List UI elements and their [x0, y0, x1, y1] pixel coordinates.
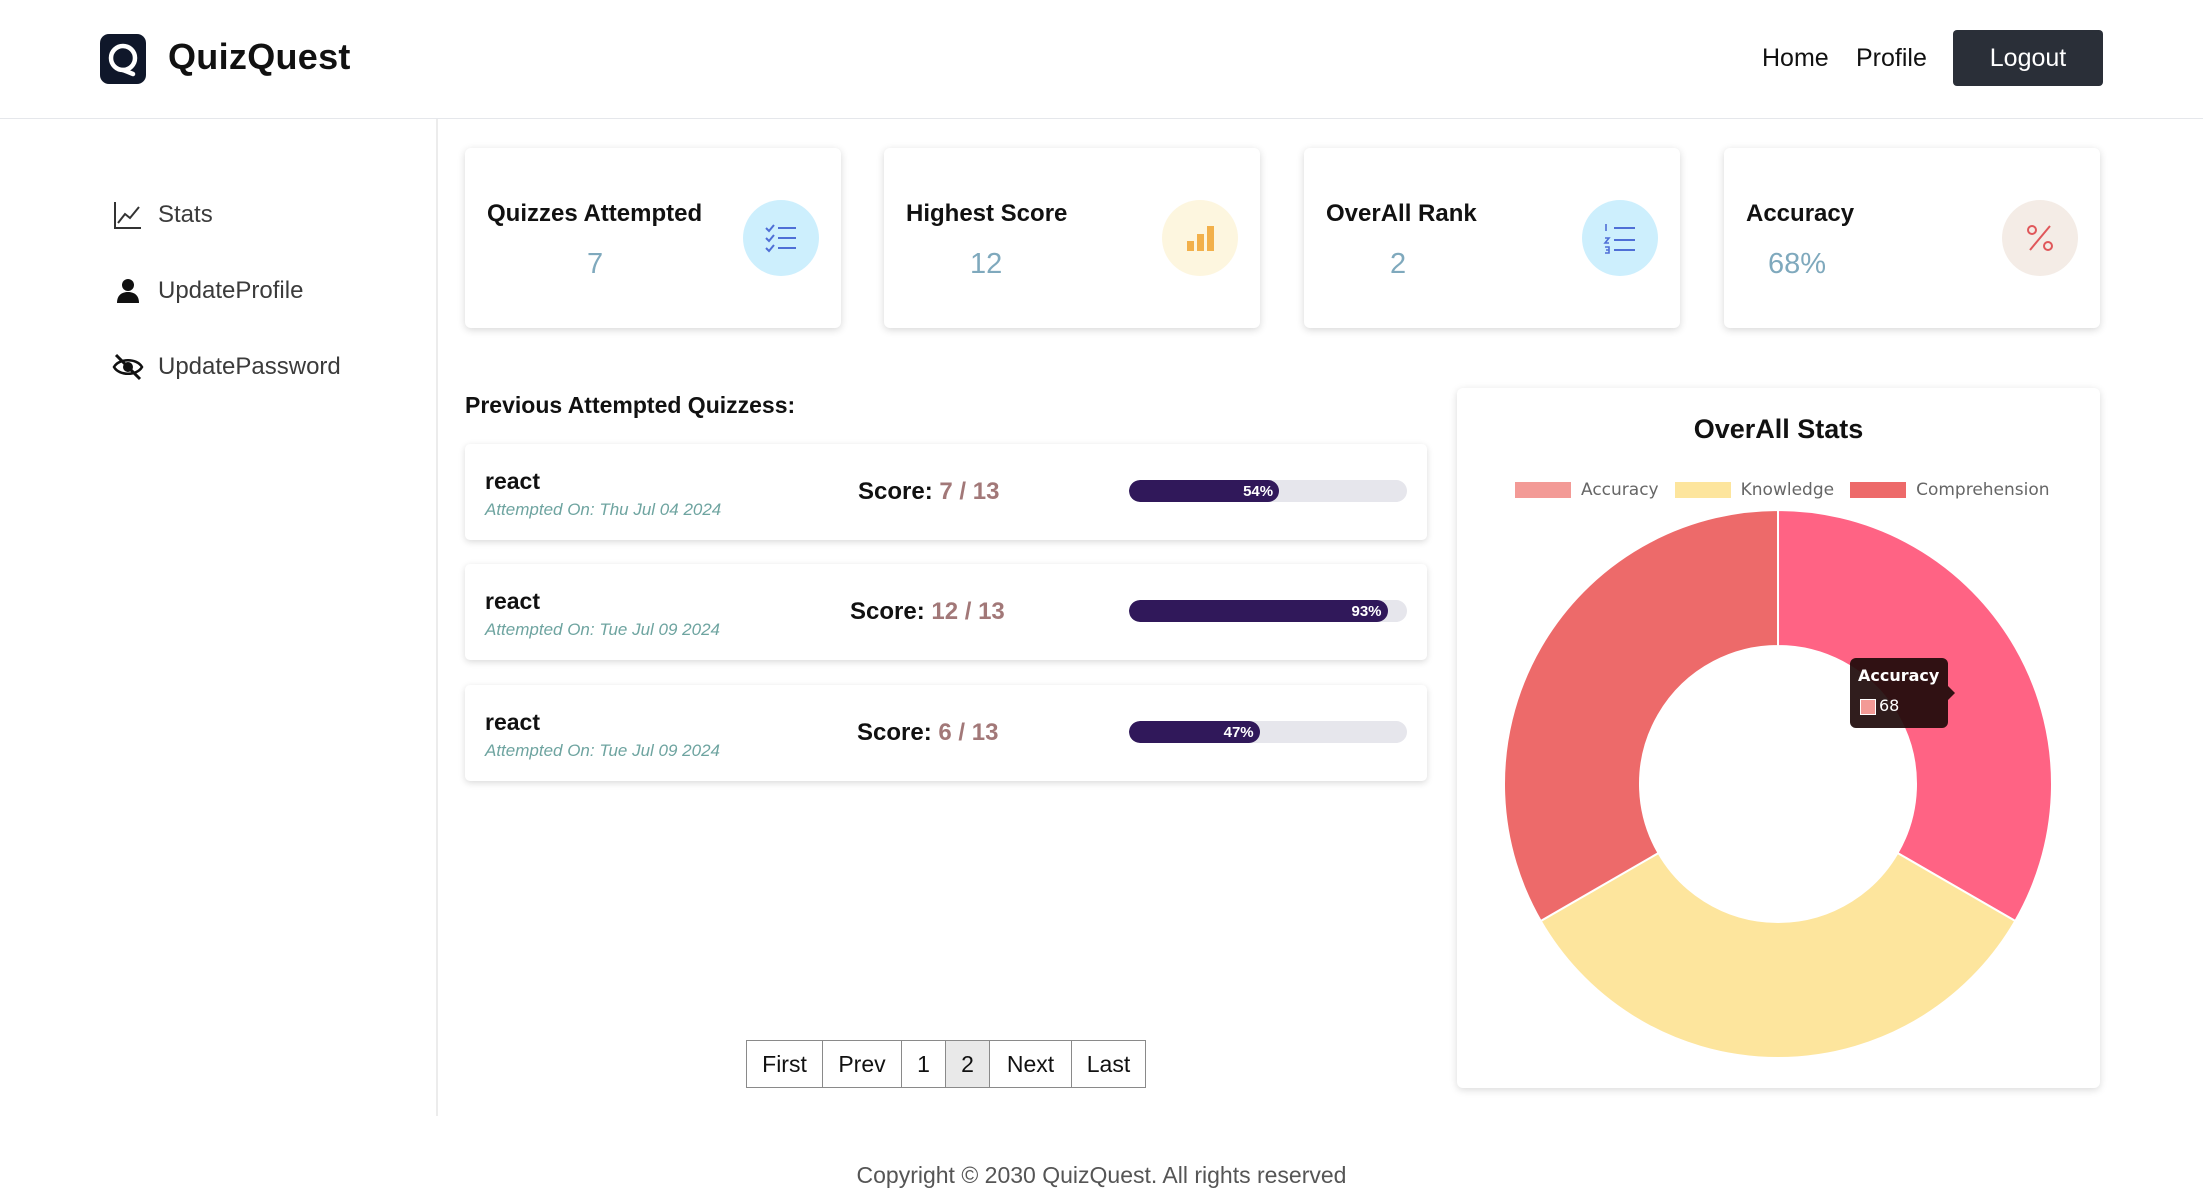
tooltip-swatch — [1860, 699, 1876, 715]
page-1-button[interactable]: 1 — [901, 1040, 946, 1088]
doughnut-chart — [1503, 508, 2053, 1059]
score-label: Score: — [850, 598, 925, 625]
doughnut-slice-comprehension[interactable] — [1503, 508, 1779, 923]
stat-title: Quizzes Attempted — [487, 200, 703, 227]
numbered-list-icon — [1582, 200, 1658, 276]
quiz-score: Score: 7 / 13 — [858, 478, 999, 506]
stat-card-quizzes-attempted: Quizzes Attempted 7 — [465, 148, 841, 328]
tooltip-value: 68 — [1879, 696, 1900, 715]
sidebar-item-update-profile[interactable]: UpdateProfile — [112, 271, 303, 311]
quiz-score: Score: 12 / 13 — [850, 598, 1005, 626]
line-chart-icon — [114, 202, 141, 229]
score-progress-bar: 47% — [1129, 721, 1407, 743]
progress-label: 54% — [1243, 482, 1274, 500]
page-next-button[interactable]: Next — [989, 1040, 1072, 1088]
quiz-row[interactable]: react Attempted On: Tue Jul 09 2024 Scor… — [465, 564, 1427, 660]
percent-icon — [2002, 200, 2078, 276]
brand-name[interactable]: QuizQuest — [168, 36, 351, 78]
sidebar-item-label: UpdateProfile — [158, 277, 304, 304]
stat-title: Accuracy — [1746, 200, 1855, 227]
doughnut-slice-knowledge[interactable] — [1539, 851, 2017, 1059]
score-label: Score: — [857, 719, 932, 746]
footer-copyright: Copyright © 2030 QuizQuest. All rights r… — [856, 1162, 1347, 1188]
stat-value: 2 — [1390, 248, 1407, 280]
progress-label: 93% — [1351, 602, 1382, 620]
progress-fill: 93% — [1129, 600, 1388, 622]
eye-slash-icon — [112, 353, 144, 381]
quiz-date: Attempted On: Tue Jul 09 2024 — [485, 620, 720, 639]
score-value: 7 / 13 — [939, 478, 1000, 505]
score-progress-bar: 54% — [1129, 480, 1407, 502]
quiz-logo-icon[interactable] — [100, 34, 146, 84]
sidebar-item-update-password[interactable]: UpdatePassword — [112, 347, 341, 387]
bar-chart-icon — [1162, 200, 1238, 276]
top-navbar: QuizQuest Home Profile Logout — [0, 0, 2203, 119]
pagination: First Prev 1 2 Next Last — [746, 1040, 1146, 1088]
checklist-icon — [743, 200, 819, 276]
previous-quizzes-title: Previous Attempted Quizzess: — [465, 392, 796, 418]
stat-card-overall-rank: OverAll Rank 2 — [1304, 148, 1680, 328]
quiz-date: Attempted On: Thu Jul 04 2024 — [485, 500, 722, 519]
stat-title: OverAll Rank — [1326, 200, 1477, 227]
stat-card-highest-score: Highest Score 12 — [884, 148, 1260, 328]
stat-card-accuracy: Accuracy 68% — [1724, 148, 2100, 328]
quiz-score: Score: 6 / 13 — [857, 719, 998, 747]
score-value: 6 / 13 — [938, 719, 999, 746]
progress-label: 47% — [1223, 723, 1254, 741]
tooltip-arrow — [1948, 686, 1955, 700]
quiz-row[interactable]: react Attempted On: Thu Jul 04 2024 Scor… — [465, 444, 1427, 540]
tooltip-title: Accuracy — [1858, 666, 1940, 685]
stat-value: 12 — [970, 248, 1003, 280]
stat-title: Highest Score — [906, 200, 1068, 227]
chart-tooltip: Accuracy 68 — [1850, 658, 1955, 728]
nav-home-link[interactable]: Home — [1762, 44, 1829, 73]
overall-stats-card: OverAll Stats Accuracy Knowledge Compreh… — [1457, 388, 2100, 1088]
quiz-name: react — [485, 709, 540, 735]
score-label: Score: — [858, 478, 933, 505]
quiz-name: react — [485, 468, 540, 494]
quiz-row[interactable]: react Attempted On: Tue Jul 09 2024 Scor… — [465, 685, 1427, 781]
progress-fill: 54% — [1129, 480, 1280, 502]
sidebar-item-label: UpdatePassword — [158, 353, 341, 380]
page-2-button[interactable]: 2 — [945, 1040, 990, 1088]
sidebar-item-label: Stats — [158, 201, 213, 228]
user-icon — [117, 279, 139, 303]
page-prev-button[interactable]: Prev — [822, 1040, 902, 1088]
score-value: 12 / 13 — [931, 598, 1005, 625]
page-first-button[interactable]: First — [746, 1040, 823, 1088]
score-progress-bar: 93% — [1129, 600, 1407, 622]
stat-value: 7 — [587, 248, 604, 280]
stat-value: 68% — [1768, 248, 1827, 280]
quiz-date: Attempted On: Tue Jul 09 2024 — [485, 741, 720, 760]
progress-fill: 47% — [1129, 721, 1260, 743]
sidebar-item-stats[interactable]: Stats — [112, 195, 213, 235]
page-last-button[interactable]: Last — [1071, 1040, 1146, 1088]
nav-profile-link[interactable]: Profile — [1856, 44, 1927, 73]
logout-button[interactable]: Logout — [1953, 30, 2103, 86]
sidebar: Stats UpdateProfile UpdatePassword — [0, 119, 438, 1116]
quiz-name: react — [485, 588, 540, 614]
